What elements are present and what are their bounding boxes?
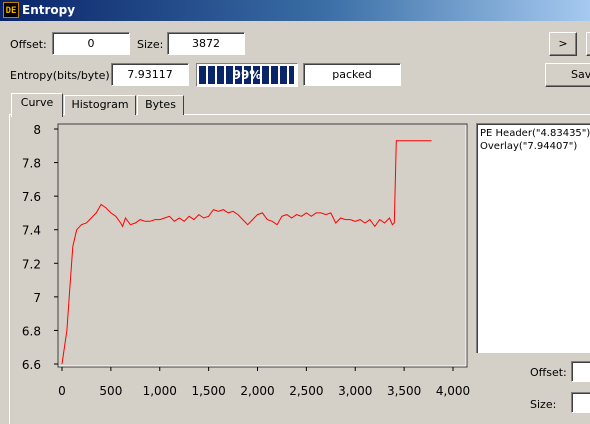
entropy-field: 7.93117	[111, 63, 189, 86]
y-tick-label: 6.6	[22, 358, 41, 372]
region-size-label: Size:	[530, 398, 557, 411]
x-tick-label: 3,000	[338, 384, 372, 398]
title-bar: DE Entropy	[0, 0, 590, 21]
offset-label: Offset:	[10, 38, 47, 51]
y-tick-label: 7.4	[22, 224, 41, 238]
x-tick-label: 2,000	[240, 384, 274, 398]
region-list[interactable]: PE Header("4.83435") Overlay("7.94407")	[476, 123, 590, 353]
x-tick-label: 0	[58, 384, 66, 398]
entropy-curve-chart: 6.6 6.8 7 7.2 7.4 7.6 7.8 8 0 500 1,000 1,500 2,000 2…	[22, 123, 470, 398]
region-item-pe-header[interactable]: PE Header("4.83435")	[480, 127, 590, 140]
x-tick-label: 4,000	[436, 384, 470, 398]
entropy-progress-bar: 99%	[196, 63, 298, 87]
y-tick-label: 7.8	[22, 157, 41, 171]
y-tick-label: 7	[33, 291, 41, 305]
progress-percent: 99%	[232, 68, 262, 82]
region-item-overlay[interactable]: Overlay("7.94407")	[480, 140, 590, 153]
size-label: Size:	[137, 38, 164, 51]
next-button[interactable]: >	[549, 32, 577, 56]
y-tick-label: 6.8	[22, 324, 41, 338]
x-tick-label: 1,000	[143, 384, 177, 398]
tab-curve[interactable]: Curve	[11, 93, 63, 117]
x-tick-label: 1,500	[191, 384, 225, 398]
region-size-field[interactable]	[571, 392, 590, 413]
extra-button[interactable]	[586, 32, 590, 56]
status-field: packed	[303, 63, 401, 86]
tab-bytes[interactable]: Bytes	[137, 95, 184, 115]
window-title: Entropy	[22, 3, 76, 17]
x-tick-label: 500	[99, 384, 122, 398]
plot-area	[57, 123, 468, 368]
y-tick-label: 7.6	[22, 190, 41, 204]
y-tick-label: 8	[33, 123, 41, 137]
region-offset-field[interactable]	[571, 361, 590, 382]
size-field[interactable]: 3872	[167, 32, 245, 55]
offset-field[interactable]: 0	[52, 32, 130, 55]
tab-histogram[interactable]: Histogram	[64, 95, 136, 115]
entropy-label: Entropy(bits/byte):	[10, 69, 114, 82]
app-icon: DE	[3, 2, 19, 18]
save-button[interactable]: Save	[545, 63, 590, 87]
x-tick-label: 3,500	[387, 384, 421, 398]
x-tick-label: 2,500	[289, 384, 323, 398]
region-offset-label: Offset:	[530, 366, 567, 379]
y-tick-label: 7.2	[22, 257, 41, 271]
